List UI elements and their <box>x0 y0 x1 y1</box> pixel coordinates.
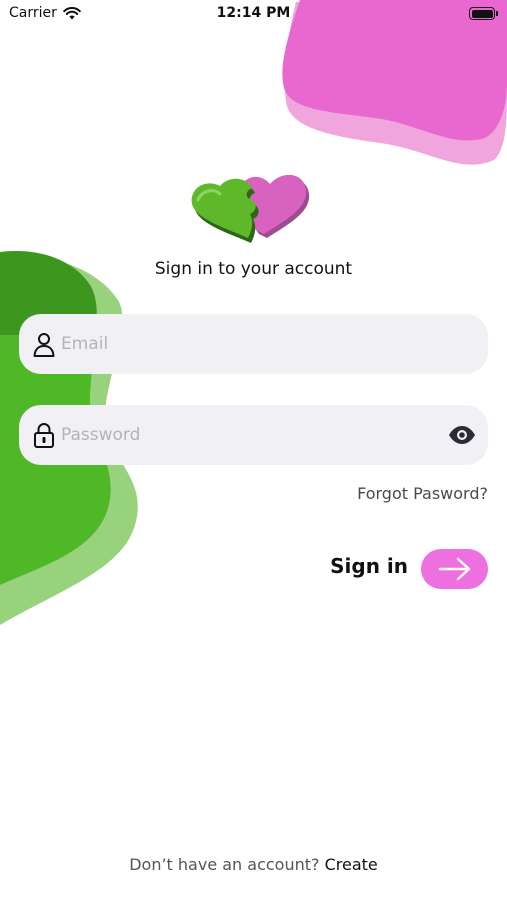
password-field[interactable] <box>19 405 488 465</box>
status-time: 12:14 PM <box>216 5 291 21</box>
lock-icon <box>34 423 54 448</box>
create-account-link[interactable]: Create <box>325 855 378 874</box>
signup-prompt-text: Don’t have an account? <box>129 855 320 874</box>
arrow-right-icon <box>438 557 470 581</box>
sign-in-button[interactable] <box>421 549 488 589</box>
sign-in-label: Sign in <box>330 554 408 578</box>
user-icon <box>33 333 55 357</box>
password-input[interactable] <box>61 405 441 465</box>
email-input[interactable] <box>61 314 441 374</box>
battery-icon <box>469 7 498 20</box>
forgot-password-link[interactable]: Forgot Pasword? <box>357 484 488 503</box>
eye-icon[interactable] <box>448 425 476 445</box>
email-field[interactable] <box>19 314 488 374</box>
hearts-logo <box>191 174 310 243</box>
status-bar: Carrier 12:14 PM <box>0 0 507 28</box>
signup-prompt: Don’t have an account? Create <box>0 855 507 874</box>
page-title: Sign in to your account <box>154 259 353 279</box>
